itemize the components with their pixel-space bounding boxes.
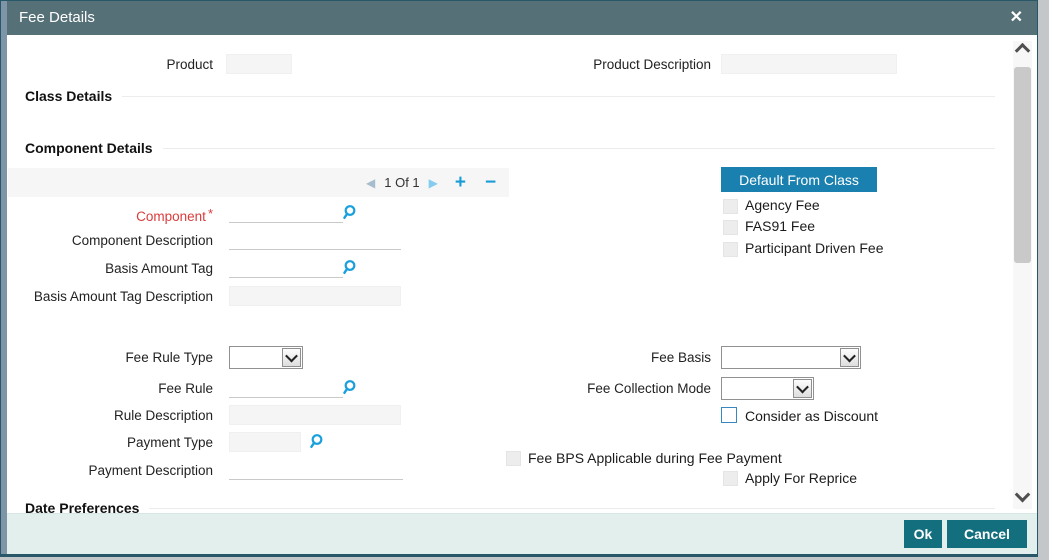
fee-basis-label: Fee Basis: [511, 350, 711, 365]
ok-button[interactable]: Ok: [904, 520, 942, 548]
component-details-title: Component Details: [25, 140, 153, 156]
product-label: Product: [13, 57, 213, 72]
fas91-fee-checkbox: [723, 220, 738, 235]
fee-rule-input[interactable]: [229, 378, 343, 398]
component-input[interactable]: [229, 203, 343, 223]
dialog-footer: Ok Cancel: [7, 513, 1037, 554]
fee-bps-applicable-checkbox: [506, 451, 521, 466]
basis-amount-tag-input[interactable]: [229, 258, 343, 278]
component-search-icon[interactable]: [340, 204, 357, 221]
apply-for-reprice-checkbox: [723, 471, 738, 486]
class-details-section-header: Class Details: [25, 88, 995, 104]
component-description-input[interactable]: [229, 230, 401, 250]
section-divider: [163, 148, 995, 149]
fee-rule-label: Fee Rule: [13, 381, 213, 396]
payment-type-field: [229, 432, 301, 452]
fas91-fee-label: FAS91 Fee: [745, 218, 815, 234]
section-divider: [149, 508, 995, 509]
required-marker: *: [208, 206, 213, 221]
fee-rule-type-label: Fee Rule Type: [13, 350, 213, 365]
payment-description-input[interactable]: [229, 460, 403, 480]
component-description-label: Component Description: [13, 233, 213, 248]
consider-as-discount-label: Consider as Discount: [745, 408, 878, 424]
basis-amount-tag-description-field: [229, 286, 401, 306]
fee-collection-mode-select[interactable]: [721, 377, 814, 400]
fee-bps-applicable-label: Fee BPS Applicable during Fee Payment: [528, 450, 782, 466]
fee-basis-select[interactable]: [721, 346, 861, 369]
participant-driven-fee-label: Participant Driven Fee: [745, 240, 884, 256]
component-label: Component*: [13, 206, 213, 224]
record-navigation-bar: ◀ 1 Of 1 ▶ + −: [8, 168, 509, 197]
scroll-down-icon[interactable]: [1013, 485, 1032, 509]
vertical-scrollbar[interactable]: [1013, 41, 1032, 509]
apply-for-reprice-label: Apply For Reprice: [745, 470, 857, 486]
fee-rule-type-select[interactable]: [229, 346, 303, 369]
dialog-titlebar: Fee Details ✕: [7, 1, 1037, 35]
consider-as-discount-checkbox[interactable]: [721, 407, 737, 423]
scrollbar-thumb[interactable]: [1014, 67, 1031, 263]
fee-collection-mode-label: Fee Collection Mode: [511, 381, 711, 396]
fee-details-dialog: Fee Details ✕ Product Product Descriptio…: [0, 0, 1038, 557]
dialog-title: Fee Details: [19, 1, 95, 35]
basis-amount-tag-search-icon[interactable]: [340, 259, 357, 276]
next-record-icon[interactable]: ▶: [429, 176, 438, 190]
chevron-down-icon[interactable]: [282, 348, 301, 367]
component-details-section-header: Component Details: [25, 140, 995, 156]
basis-amount-tag-label: Basis Amount Tag: [13, 261, 213, 276]
product-field: [226, 54, 292, 74]
close-icon[interactable]: ✕: [1010, 1, 1023, 35]
section-divider: [122, 96, 995, 97]
add-record-icon[interactable]: +: [455, 173, 466, 192]
payment-type-label: Payment Type: [13, 435, 213, 450]
fee-rule-search-icon[interactable]: [340, 379, 357, 396]
payment-description-label: Payment Description: [13, 463, 213, 478]
participant-driven-fee-checkbox: [723, 242, 738, 257]
product-description-field: [721, 54, 897, 74]
payment-type-search-icon[interactable]: [307, 433, 324, 450]
scroll-up-icon[interactable]: [1013, 41, 1032, 65]
agency-fee-checkbox: [723, 199, 738, 214]
chevron-down-icon[interactable]: [793, 379, 812, 398]
dialog-left-frame: [1, 1, 7, 554]
basis-amount-tag-description-label: Basis Amount Tag Description: [13, 289, 213, 304]
record-position: 1 Of 1: [384, 175, 419, 190]
chevron-down-icon[interactable]: [840, 348, 859, 367]
remove-record-icon[interactable]: −: [485, 173, 496, 192]
rule-description-label: Rule Description: [13, 408, 213, 423]
default-from-class-button[interactable]: Default From Class: [721, 167, 877, 192]
component-label-text: Component: [136, 209, 206, 224]
rule-description-field: [229, 405, 401, 425]
product-description-label: Product Description: [511, 57, 711, 72]
agency-fee-label: Agency Fee: [745, 197, 820, 213]
previous-record-icon[interactable]: ◀: [366, 176, 375, 190]
screen-backdrop: Fee Details ✕ Product Product Descriptio…: [0, 0, 1049, 560]
cancel-button[interactable]: Cancel: [947, 520, 1027, 548]
class-details-title: Class Details: [25, 88, 112, 104]
